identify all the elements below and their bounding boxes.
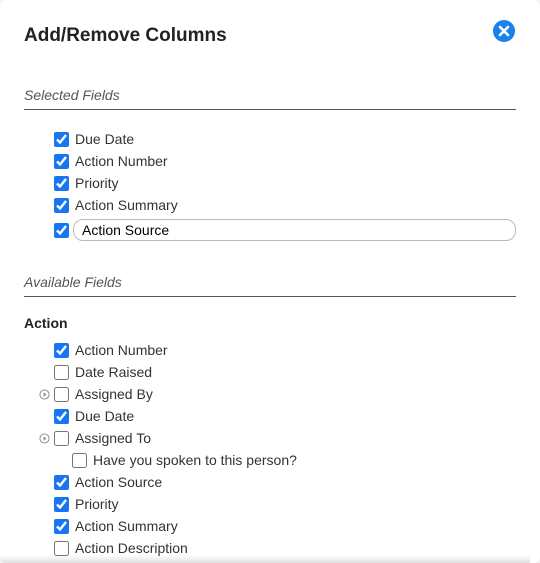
field-label: Priority	[75, 175, 119, 191]
expand-caret-icon[interactable]	[38, 432, 50, 444]
available-field-row: Assigned By	[24, 383, 516, 405]
field-label: Assigned By	[75, 386, 153, 402]
field-label: Action Number	[75, 153, 168, 169]
section-rule	[24, 296, 516, 297]
available-field-row: Priority	[24, 493, 516, 515]
expand-caret-icon[interactable]	[38, 388, 50, 400]
field-checkbox[interactable]	[54, 431, 69, 446]
field-label: Assigned To	[75, 430, 151, 446]
selected-fields-list: Due Date Action Number Priority Action Summ…	[24, 128, 516, 244]
field-checkbox[interactable]	[54, 409, 69, 424]
field-label: Date Raised	[75, 364, 152, 380]
section-rule	[24, 109, 516, 110]
field-rename-input[interactable]	[73, 219, 516, 241]
selected-field-row: Priority	[24, 172, 516, 194]
field-checkbox[interactable]	[54, 387, 69, 402]
available-field-row: Action Description	[24, 537, 516, 559]
field-checkbox[interactable]	[54, 519, 69, 534]
close-icon	[492, 19, 516, 46]
dialog-body[interactable]: Selected Fields Due Date Action Number Pri…	[0, 87, 540, 563]
field-checkbox[interactable]	[54, 365, 69, 380]
field-label: Action Summary	[75, 518, 178, 534]
field-checkbox[interactable]	[54, 176, 69, 191]
available-field-row: Assigned To	[24, 427, 516, 449]
available-field-row: Date Raised	[24, 361, 516, 383]
dialog-header: Add/Remove Columns	[0, 0, 540, 47]
available-fields-heading: Available Fields	[24, 274, 516, 290]
field-checkbox[interactable]	[54, 541, 69, 556]
close-button[interactable]	[492, 20, 516, 44]
field-label: Due Date	[75, 131, 134, 147]
selected-fields-section: Selected Fields Due Date Action Number Pri…	[24, 87, 516, 244]
available-fields-groups: Action Action Number Date Raised Assigned B…	[24, 315, 516, 559]
field-checkbox[interactable]	[54, 223, 69, 238]
field-label: Due Date	[75, 408, 134, 424]
available-field-row: Due Date	[24, 405, 516, 427]
available-fields-section: Available Fields Action Action Number Date…	[24, 274, 516, 559]
field-checkbox[interactable]	[54, 343, 69, 358]
field-label: Action Summary	[75, 197, 178, 213]
available-field-row: Have you spoken to this person?	[24, 449, 516, 471]
selected-field-row	[24, 216, 516, 244]
selected-fields-heading: Selected Fields	[24, 87, 516, 103]
selected-field-row: Due Date	[24, 128, 516, 150]
field-checkbox[interactable]	[54, 154, 69, 169]
available-group-heading: Action	[24, 315, 516, 331]
field-label: Action Description	[75, 540, 188, 556]
field-checkbox[interactable]	[72, 453, 87, 468]
available-field-row: Action Source	[24, 471, 516, 493]
field-label: Have you spoken to this person?	[93, 452, 297, 468]
selected-field-row: Action Number	[24, 150, 516, 172]
available-field-row: Action Summary	[24, 515, 516, 537]
available-field-row: Action Number	[24, 339, 516, 361]
field-checkbox[interactable]	[54, 497, 69, 512]
field-label: Action Source	[75, 474, 162, 490]
field-label: Priority	[75, 496, 119, 512]
field-checkbox[interactable]	[54, 132, 69, 147]
selected-field-row: Action Summary	[24, 194, 516, 216]
add-remove-columns-dialog: Add/Remove Columns Selected Fields Due D…	[0, 0, 540, 563]
dialog-title: Add/Remove Columns	[24, 25, 227, 47]
field-checkbox[interactable]	[54, 475, 69, 490]
field-checkbox[interactable]	[54, 198, 69, 213]
field-label: Action Number	[75, 342, 168, 358]
